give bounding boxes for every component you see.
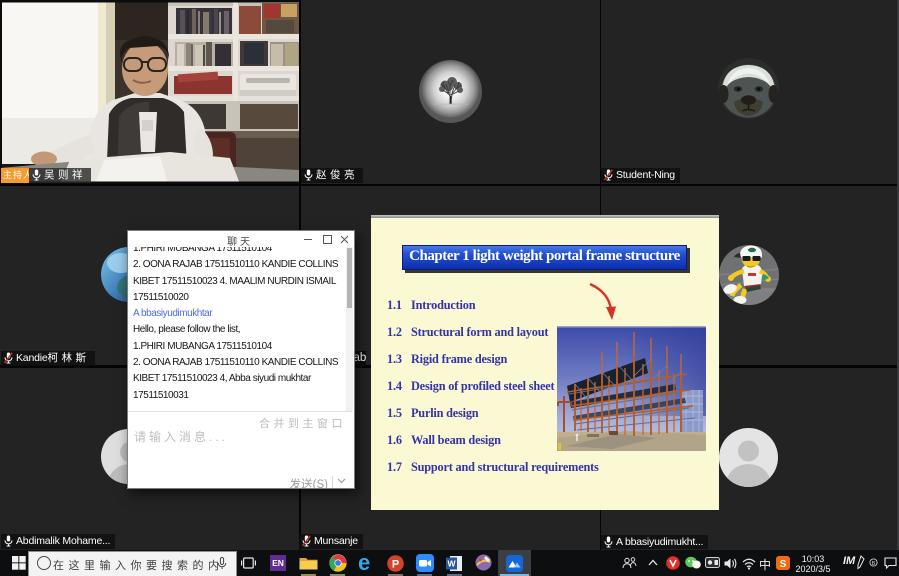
svg-text:P: P	[392, 558, 399, 570]
svg-text:S: S	[780, 559, 787, 570]
svg-text:W: W	[447, 558, 456, 568]
svg-text:B: B	[872, 561, 876, 567]
